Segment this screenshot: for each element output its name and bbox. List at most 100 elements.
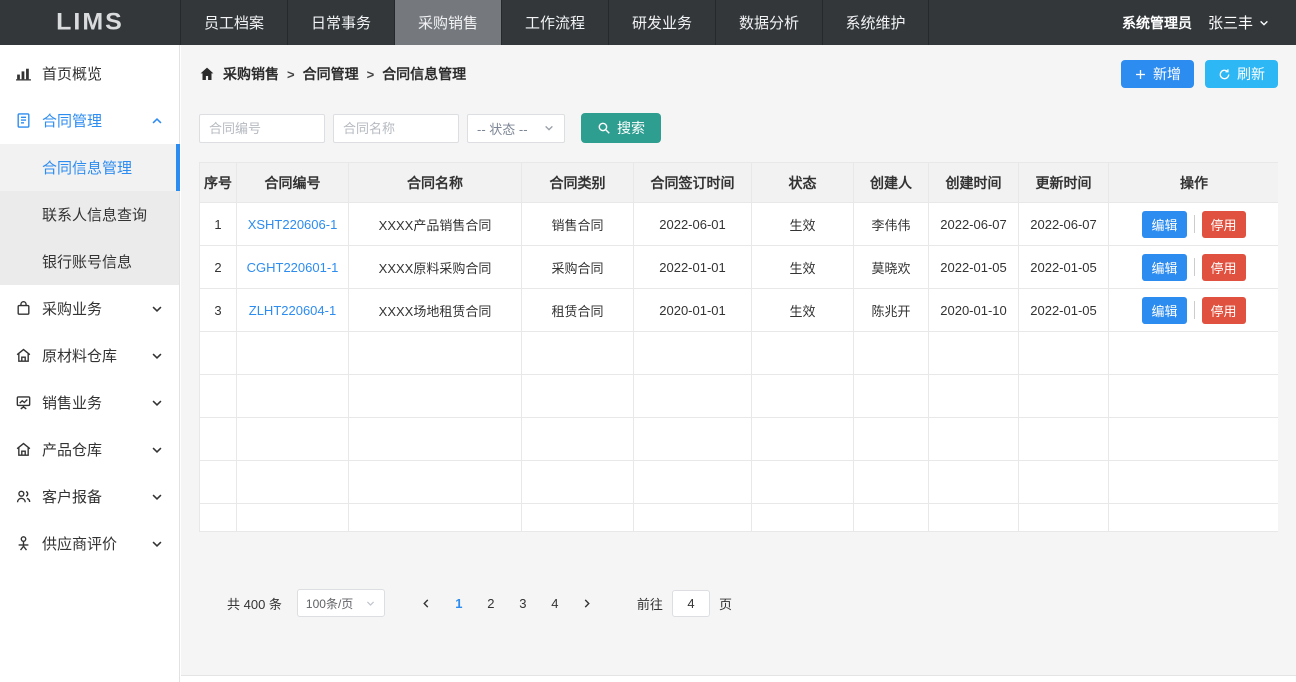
search-button[interactable]: 搜索 xyxy=(581,113,661,143)
empty-cell xyxy=(1109,504,1279,533)
sidebar-item-purchase-business[interactable]: 采购业务 xyxy=(0,285,179,332)
supplier-icon xyxy=(15,535,32,552)
empty-cell xyxy=(1109,332,1279,375)
status-select[interactable]: -- 状态 -- xyxy=(467,114,565,143)
contract-no-link[interactable]: ZLHT220604-1 xyxy=(237,289,349,332)
cell-category: 销售合同 xyxy=(522,203,634,246)
cell-name: XXXX原料采购合同 xyxy=(349,246,522,289)
empty-cell xyxy=(237,418,349,461)
sidebar-subitem-bank-account-info[interactable]: 银行账号信息 xyxy=(0,238,179,285)
empty-cell xyxy=(752,332,854,375)
column-header: 合同类别 xyxy=(522,163,634,203)
breadcrumb-row: 采购销售>合同管理>合同信息管理 新增 刷新 xyxy=(199,59,1278,89)
page-number-2[interactable]: 2 xyxy=(477,589,505,617)
warehouse-icon xyxy=(15,441,32,458)
table-row-empty xyxy=(200,375,1279,418)
edit-button[interactable]: 编辑 xyxy=(1142,254,1186,281)
nav-tab-purchase-sales[interactable]: 采购销售 xyxy=(394,0,501,45)
empty-cell xyxy=(929,504,1019,533)
cell-no: 1 xyxy=(200,203,237,246)
empty-cell xyxy=(237,504,349,533)
empty-cell xyxy=(634,332,752,375)
empty-cell xyxy=(200,461,237,504)
disable-button[interactable]: 停用 xyxy=(1202,254,1246,281)
edit-button[interactable]: 编辑 xyxy=(1142,211,1186,238)
disable-button[interactable]: 停用 xyxy=(1202,211,1246,238)
main-content: 采购销售>合同管理>合同信息管理 新增 刷新 -- 状态 -- 搜索 xyxy=(181,45,1296,676)
goto-page: 前往 页 xyxy=(637,590,732,617)
warehouse-icon xyxy=(15,347,32,364)
refresh-button[interactable]: 刷新 xyxy=(1205,60,1278,88)
cell-category: 采购合同 xyxy=(522,246,634,289)
chevron-up-icon xyxy=(150,114,164,128)
sidebar-item-label: 首页概览 xyxy=(42,63,102,84)
cell-sign-date: 2022-06-01 xyxy=(634,203,752,246)
sidebar-item-raw-material-warehouse[interactable]: 原材料仓库 xyxy=(0,332,179,379)
cell-created: 2020-01-10 xyxy=(929,289,1019,332)
sidebar-item-label: 合同管理 xyxy=(42,110,102,131)
empty-cell xyxy=(752,375,854,418)
empty-cell xyxy=(200,418,237,461)
empty-cell xyxy=(349,332,522,375)
disable-button[interactable]: 停用 xyxy=(1202,297,1246,324)
page-number-3[interactable]: 3 xyxy=(509,589,537,617)
chevron-down-icon xyxy=(1258,17,1270,29)
user-menu[interactable]: 张三丰 xyxy=(1208,12,1270,33)
cell-status: 生效 xyxy=(752,289,854,332)
breadcrumb-item[interactable]: 合同信息管理 xyxy=(382,64,466,84)
cell-operations: 编辑停用 xyxy=(1109,289,1279,332)
sidebar-item-supplier-evaluation[interactable]: 供应商评价 xyxy=(0,520,179,567)
cell-operations: 编辑停用 xyxy=(1109,246,1279,289)
page-number-1[interactable]: 1 xyxy=(445,589,473,617)
goto-page-input[interactable] xyxy=(672,590,710,617)
breadcrumb-item[interactable]: 合同管理 xyxy=(303,64,359,84)
edit-button[interactable]: 编辑 xyxy=(1142,297,1186,324)
sidebar-subitem-contact-info-query[interactable]: 联系人信息查询 xyxy=(0,191,179,238)
contract-no-link[interactable]: CGHT220601-1 xyxy=(237,246,349,289)
sidebar-item-label: 产品仓库 xyxy=(42,439,102,460)
contract-name-input[interactable] xyxy=(333,114,459,143)
empty-cell xyxy=(237,375,349,418)
sidebar-subitem-contract-info-management[interactable]: 合同信息管理 xyxy=(0,144,179,191)
nav-tab-rd-business[interactable]: 研发业务 xyxy=(608,0,715,45)
next-page-button[interactable] xyxy=(573,589,601,617)
toolbar: 新增 刷新 xyxy=(1121,60,1278,88)
nav-tab-system-maintenance[interactable]: 系统维护 xyxy=(822,0,929,45)
chevron-down-icon xyxy=(543,122,555,134)
sidebar-item-home-overview[interactable]: 首页概览 xyxy=(0,50,179,97)
contracts-table: 序号合同编号合同名称合同类别合同签订时间状态创建人创建时间更新时间操作 1XSH… xyxy=(199,162,1278,532)
empty-cell xyxy=(752,504,854,533)
refresh-button-label: 刷新 xyxy=(1237,64,1265,84)
sidebar-item-sales-business[interactable]: 销售业务 xyxy=(0,379,179,426)
user-name: 张三丰 xyxy=(1208,12,1253,33)
page-size-select[interactable]: 100条/页 xyxy=(297,589,385,617)
breadcrumb-item[interactable]: 采购销售 xyxy=(223,64,279,84)
search-button-label: 搜索 xyxy=(617,118,645,138)
sidebar-item-contract-management[interactable]: 合同管理 xyxy=(0,97,179,144)
user-area: 系统管理员 张三丰 xyxy=(1122,0,1296,45)
empty-cell xyxy=(1019,418,1109,461)
sidebar-item-product-warehouse[interactable]: 产品仓库 xyxy=(0,426,179,473)
chevron-down-icon xyxy=(150,490,164,504)
empty-cell xyxy=(929,375,1019,418)
prev-page-button[interactable] xyxy=(413,589,441,617)
cell-sign-date: 2022-01-01 xyxy=(634,246,752,289)
empty-cell xyxy=(522,418,634,461)
nav-tab-data-analysis[interactable]: 数据分析 xyxy=(715,0,822,45)
sidebar-item-label: 客户报备 xyxy=(42,486,102,507)
add-button[interactable]: 新增 xyxy=(1121,60,1194,88)
topbar: LIMS 员工档案日常事务采购销售工作流程研发业务数据分析系统维护 系统管理员 … xyxy=(0,0,1296,45)
column-header: 合同签订时间 xyxy=(634,163,752,203)
nav-tab-workflow[interactable]: 工作流程 xyxy=(501,0,608,45)
contract-no-input[interactable] xyxy=(199,114,325,143)
contract-no-link[interactable]: XSHT220606-1 xyxy=(237,203,349,246)
contract-icon xyxy=(15,112,32,129)
sidebar-item-customer-reporting[interactable]: 客户报备 xyxy=(0,473,179,520)
page-number-4[interactable]: 4 xyxy=(541,589,569,617)
empty-cell xyxy=(200,375,237,418)
table-header-row: 序号合同编号合同名称合同类别合同签订时间状态创建人创建时间更新时间操作 xyxy=(200,163,1279,203)
empty-cell xyxy=(854,504,929,533)
nav-tab-employee-files[interactable]: 员工档案 xyxy=(180,0,287,45)
nav-tab-daily-affairs[interactable]: 日常事务 xyxy=(287,0,394,45)
empty-cell xyxy=(929,418,1019,461)
